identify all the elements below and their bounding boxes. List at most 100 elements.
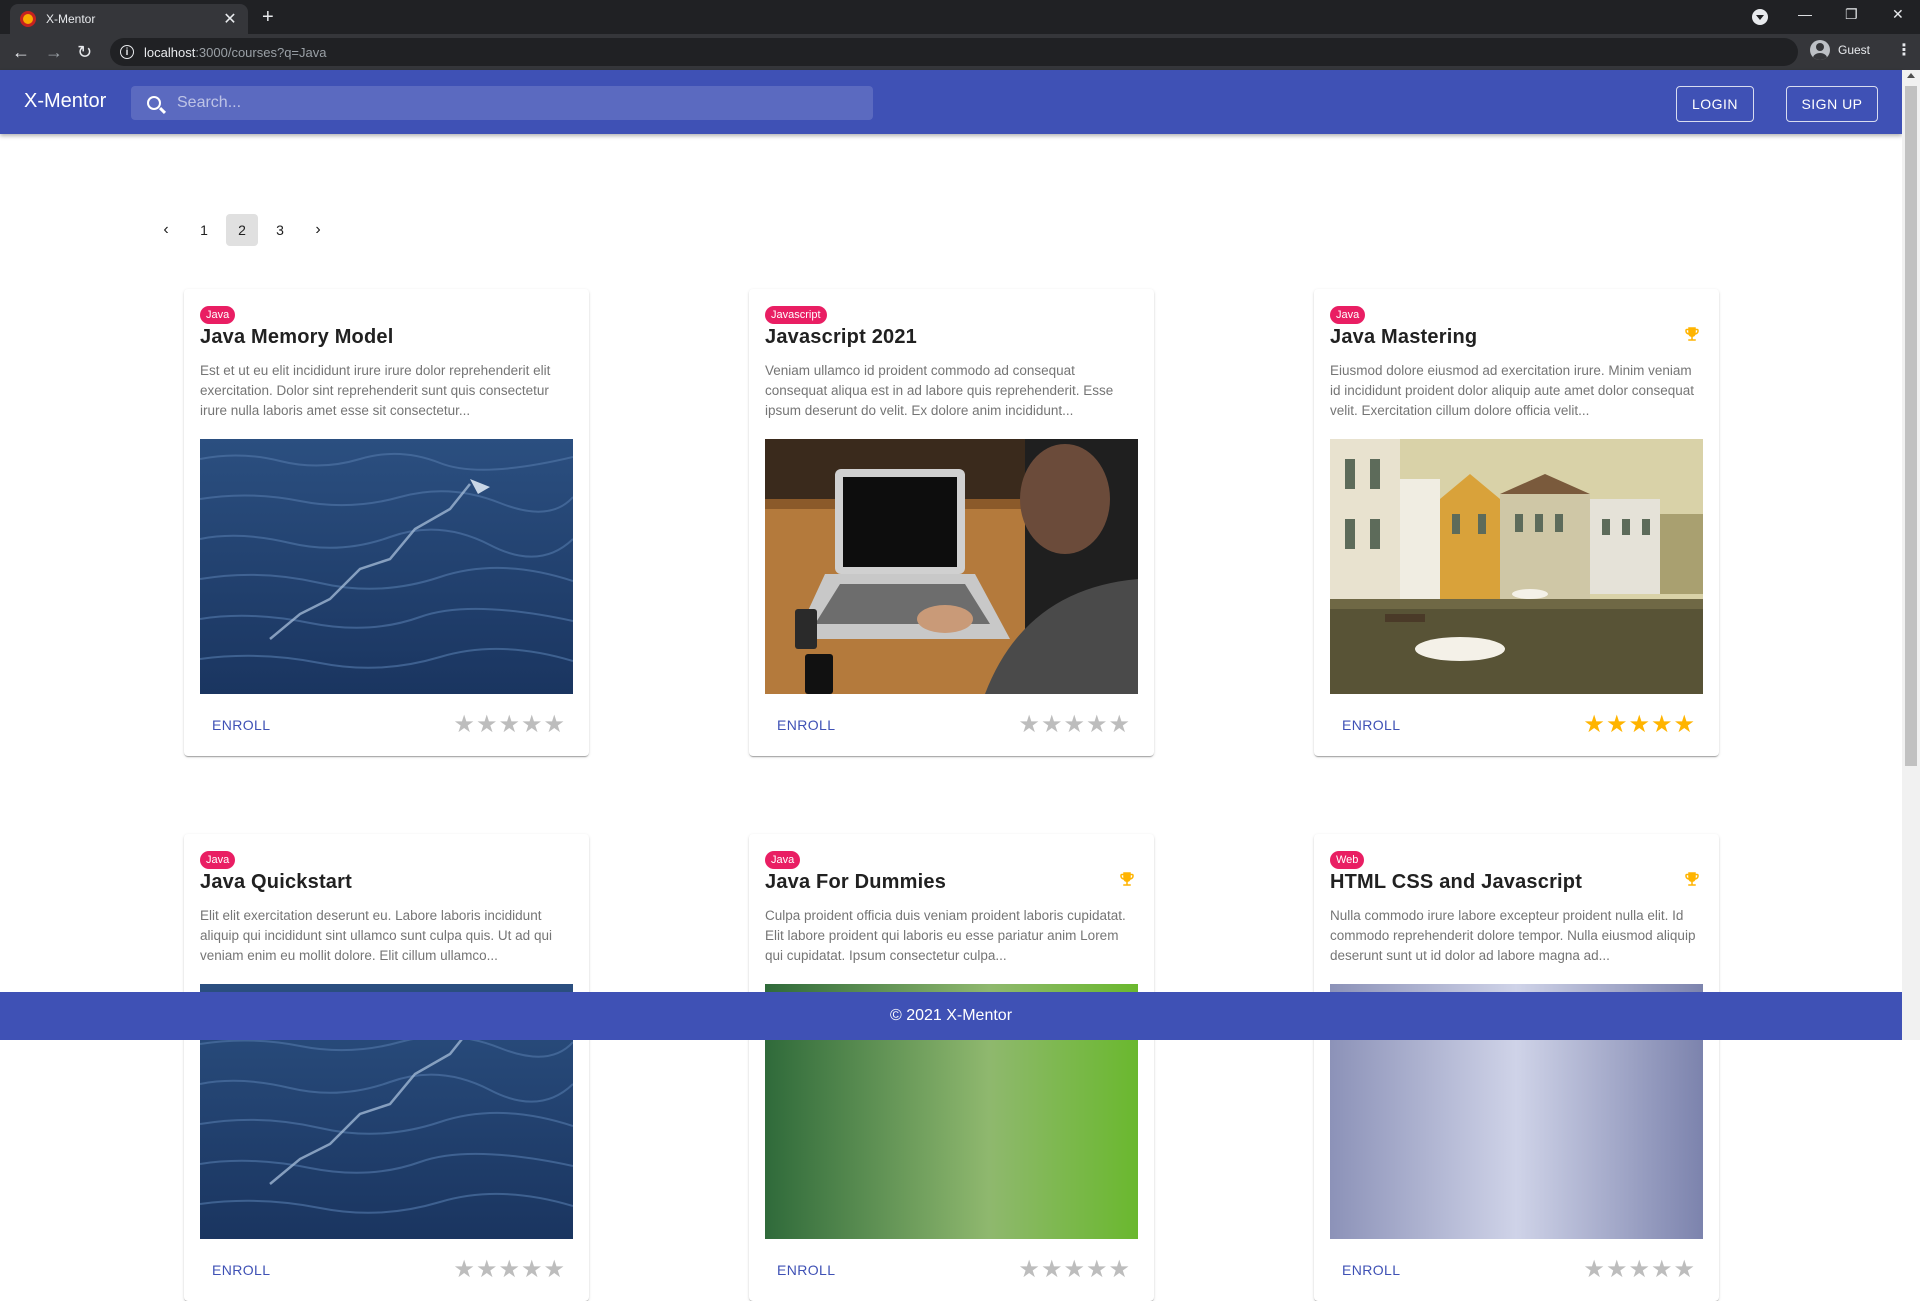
star-icon[interactable]: ★ bbox=[1063, 1258, 1085, 1282]
star-icon[interactable]: ★ bbox=[1673, 1258, 1695, 1282]
forward-button[interactable]: → bbox=[45, 42, 63, 63]
star-icon[interactable]: ★ bbox=[1583, 1258, 1605, 1282]
star-icon[interactable]: ★ bbox=[453, 1258, 475, 1282]
course-tag-chip[interactable]: Java bbox=[765, 851, 801, 869]
back-button[interactable]: ← bbox=[12, 42, 30, 63]
rating-stars[interactable]: ★ ★ ★ ★ ★ bbox=[452, 713, 573, 737]
prev-page-button[interactable]: ‹ bbox=[150, 214, 182, 246]
star-icon[interactable]: ★ bbox=[453, 713, 475, 737]
course-image bbox=[1330, 439, 1703, 694]
course-tag-chip[interactable]: Java bbox=[200, 306, 236, 324]
course-title[interactable]: Java Mastering bbox=[1330, 326, 1703, 349]
search-input[interactable] bbox=[177, 94, 837, 112]
reload-button[interactable]: ↻ bbox=[77, 42, 92, 63]
page-button-2[interactable]: 2 bbox=[226, 214, 258, 246]
page-button-1[interactable]: 1 bbox=[188, 214, 220, 246]
course-card[interactable]: Web HTML CSS and Javascript Nulla commod… bbox=[1314, 834, 1719, 1301]
rating-stars[interactable]: ★ ★ ★ ★ ★ bbox=[1017, 1258, 1138, 1282]
site-info-icon[interactable]: i bbox=[120, 45, 134, 59]
course-card[interactable]: Javascript Javascript 2021 Veniam ullamc… bbox=[749, 289, 1154, 756]
rating-stars[interactable]: ★ ★ ★ ★ ★ bbox=[1582, 713, 1703, 737]
star-icon[interactable]: ★ bbox=[1651, 1258, 1673, 1282]
course-title[interactable]: Javascript 2021 bbox=[765, 326, 1138, 349]
course-title[interactable]: HTML CSS and Javascript bbox=[1330, 871, 1703, 894]
star-icon[interactable]: ★ bbox=[1063, 713, 1085, 737]
scrollbar-thumb[interactable] bbox=[1905, 86, 1917, 766]
tab-close-icon[interactable]: ✕ bbox=[222, 9, 238, 29]
course-tag-chip[interactable]: Java bbox=[200, 851, 236, 869]
enroll-button[interactable]: ENROLL bbox=[1330, 717, 1400, 733]
star-icon[interactable]: ★ bbox=[1041, 713, 1063, 737]
trophy-icon bbox=[1118, 870, 1136, 888]
enroll-button[interactable]: ENROLL bbox=[1330, 1262, 1400, 1278]
card-actions: ENROLL ★ ★ ★ ★ ★ bbox=[1330, 710, 1703, 740]
login-button[interactable]: LOGIN bbox=[1676, 86, 1754, 122]
star-icon[interactable]: ★ bbox=[1086, 713, 1108, 737]
url-host: localhost bbox=[144, 44, 196, 60]
profile-label: Guest bbox=[1838, 43, 1871, 57]
next-page-button[interactable]: › bbox=[302, 214, 334, 246]
star-icon[interactable]: ★ bbox=[543, 1258, 565, 1282]
star-icon[interactable]: ★ bbox=[1018, 713, 1040, 737]
course-title[interactable]: Java Quickstart bbox=[200, 871, 573, 894]
star-icon[interactable]: ★ bbox=[498, 713, 520, 737]
course-title[interactable]: Java Memory Model bbox=[200, 326, 573, 349]
star-icon[interactable]: ★ bbox=[1628, 713, 1650, 737]
browser-toolbar: ← → ↻ i localhost:3000/courses?q=Java Gu… bbox=[0, 34, 1920, 70]
course-description: Nulla commodo irure labore excepteur pro… bbox=[1330, 908, 1696, 963]
course-card[interactable]: Java Java Memory Model Est et ut eu elit… bbox=[184, 289, 589, 756]
course-tag-chip[interactable]: Java bbox=[1330, 306, 1366, 324]
profile-button[interactable]: Guest bbox=[1810, 40, 1870, 60]
restore-button[interactable]: ❐ bbox=[1845, 6, 1858, 23]
page-scrollbar[interactable] bbox=[1902, 70, 1920, 1040]
signup-button[interactable]: SIGN UP bbox=[1786, 86, 1878, 122]
brand-logo[interactable]: X-Mentor bbox=[24, 90, 106, 113]
star-icon[interactable]: ★ bbox=[521, 713, 543, 737]
course-tag-chip[interactable]: Web bbox=[1330, 851, 1365, 869]
star-icon[interactable]: ★ bbox=[1041, 1258, 1063, 1282]
star-icon[interactable]: ★ bbox=[1086, 1258, 1108, 1282]
enroll-button[interactable]: ENROLL bbox=[200, 1262, 270, 1278]
star-icon[interactable]: ★ bbox=[1108, 1258, 1130, 1282]
course-description: Veniam ullamco id proident commodo ad co… bbox=[765, 363, 1114, 418]
star-icon[interactable]: ★ bbox=[1606, 1258, 1628, 1282]
browser-menu-icon[interactable]: ⋮ bbox=[1896, 40, 1912, 60]
tab-search-icon[interactable] bbox=[1752, 9, 1768, 25]
star-icon[interactable]: ★ bbox=[1108, 713, 1130, 737]
star-icon[interactable]: ★ bbox=[1673, 713, 1695, 737]
app-header: X-Mentor LOGIN SIGN UP bbox=[0, 70, 1902, 134]
address-bar[interactable]: i localhost:3000/courses?q=Java bbox=[110, 38, 1798, 66]
star-icon[interactable]: ★ bbox=[476, 1258, 498, 1282]
course-card[interactable]: Java Java For Dummies Culpa proident off… bbox=[749, 834, 1154, 1301]
star-icon[interactable]: ★ bbox=[543, 713, 565, 737]
star-icon[interactable]: ★ bbox=[476, 713, 498, 737]
enroll-button[interactable]: ENROLL bbox=[765, 1262, 835, 1278]
card-actions: ENROLL ★ ★ ★ ★ ★ bbox=[765, 1255, 1138, 1285]
course-card[interactable]: Java Java Quickstart Elit elit exercitat… bbox=[184, 834, 589, 1301]
rating-stars[interactable]: ★ ★ ★ ★ ★ bbox=[1582, 1258, 1703, 1282]
course-description: Elit elit exercitation deserunt eu. Labo… bbox=[200, 908, 552, 963]
star-icon[interactable]: ★ bbox=[521, 1258, 543, 1282]
star-icon[interactable]: ★ bbox=[1583, 713, 1605, 737]
course-title[interactable]: Java For Dummies bbox=[765, 871, 1138, 894]
course-tag-chip[interactable]: Javascript bbox=[765, 306, 827, 324]
course-card[interactable]: Java Java Mastering Eiusmod dolore eiusm… bbox=[1314, 289, 1719, 756]
star-icon[interactable]: ★ bbox=[1606, 713, 1628, 737]
minimize-button[interactable]: — bbox=[1798, 6, 1812, 22]
star-icon[interactable]: ★ bbox=[498, 1258, 520, 1282]
course-image bbox=[765, 439, 1138, 694]
enroll-button[interactable]: ENROLL bbox=[765, 717, 835, 733]
rating-stars[interactable]: ★ ★ ★ ★ ★ bbox=[1017, 713, 1138, 737]
new-tab-button[interactable]: + bbox=[262, 6, 274, 29]
star-icon[interactable]: ★ bbox=[1651, 713, 1673, 737]
star-icon[interactable]: ★ bbox=[1018, 1258, 1040, 1282]
page-button-3[interactable]: 3 bbox=[264, 214, 296, 246]
star-icon[interactable]: ★ bbox=[1628, 1258, 1650, 1282]
page-footer: © 2021 X-Mentor bbox=[0, 992, 1902, 1040]
course-description: Culpa proident officia duis veniam proid… bbox=[765, 908, 1126, 963]
enroll-button[interactable]: ENROLL bbox=[200, 717, 270, 733]
close-window-button[interactable]: ✕ bbox=[1892, 6, 1904, 23]
rating-stars[interactable]: ★ ★ ★ ★ ★ bbox=[452, 1258, 573, 1282]
scroll-up-icon[interactable] bbox=[1907, 73, 1915, 78]
browser-tab[interactable]: X-Mentor ✕ bbox=[10, 4, 248, 34]
